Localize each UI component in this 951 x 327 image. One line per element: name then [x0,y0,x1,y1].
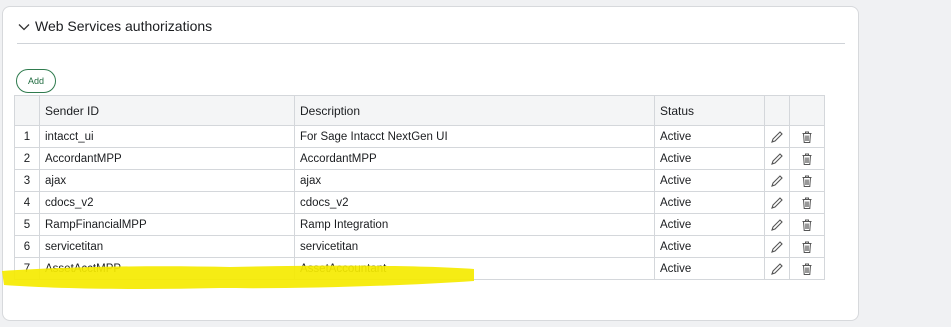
table-row[interactable]: 3 ajax ajax Active [14,169,825,192]
section-title: Web Services authorizations [35,18,213,34]
table-row[interactable]: 4 cdocs_v2 cdocs_v2 Active [14,191,825,214]
edit-cell [764,191,790,214]
delete-cell [789,235,825,258]
table-row[interactable]: 7 AssetAcctMPP AssetAccountant Active [14,257,825,280]
pencil-icon[interactable] [770,130,784,143]
trash-icon[interactable] [800,175,814,187]
edit-cell [764,257,790,280]
column-header-edit [764,95,790,126]
pencil-icon[interactable] [770,152,784,165]
description-cell: ajax [294,169,655,192]
sender-id-cell: servicetitan [39,235,295,258]
status-cell: Active [654,213,765,236]
description-cell: Ramp Integration [294,213,655,236]
trash-icon[interactable] [800,197,814,209]
row-number: 4 [14,191,40,214]
pencil-icon[interactable] [770,174,784,187]
description-cell: For Sage Intacct NextGen UI [294,125,655,148]
sender-id-cell: AccordantMPP [39,147,295,170]
delete-cell [789,213,825,236]
trash-icon[interactable] [800,241,814,253]
trash-icon[interactable] [800,153,814,165]
column-header-description[interactable]: Description [294,95,655,126]
status-cell: Active [654,235,765,258]
delete-cell [789,191,825,214]
table-header-row: Sender ID Description Status [14,95,825,126]
trash-icon[interactable] [800,131,814,143]
sender-id-cell: AssetAcctMPP [39,257,295,280]
row-number: 7 [14,257,40,280]
edit-cell [764,213,790,236]
delete-cell [789,257,825,280]
description-cell: AssetAccountant [294,257,655,280]
sender-id-cell: RampFinancialMPP [39,213,295,236]
row-number: 2 [14,147,40,170]
column-header-sender-id[interactable]: Sender ID [39,95,295,126]
column-header-status[interactable]: Status [654,95,765,126]
edit-cell [764,169,790,192]
description-cell: AccordantMPP [294,147,655,170]
chevron-down-icon[interactable] [17,20,31,34]
sender-id-cell: intacct_ui [39,125,295,148]
delete-cell [789,125,825,148]
column-header-delete [789,95,825,126]
authorizations-table: Sender ID Description Status 1 intacct_ui… [14,95,825,280]
table-row[interactable]: 5 RampFinancialMPP Ramp Integration Active [14,213,825,236]
pencil-icon[interactable] [770,262,784,275]
pencil-icon[interactable] [770,196,784,209]
description-cell: cdocs_v2 [294,191,655,214]
pencil-icon[interactable] [770,240,784,253]
edit-cell [764,125,790,148]
status-cell: Active [654,169,765,192]
pencil-icon[interactable] [770,218,784,231]
status-cell: Active [654,191,765,214]
row-number: 5 [14,213,40,236]
section-header[interactable]: Web Services authorizations [17,17,845,44]
delete-cell [789,169,825,192]
status-cell: Active [654,125,765,148]
delete-cell [789,147,825,170]
status-cell: Active [654,257,765,280]
column-header-number [14,95,40,126]
table-row[interactable]: 2 AccordantMPP AccordantMPP Active [14,147,825,170]
trash-icon[interactable] [800,263,814,275]
status-cell: Active [654,147,765,170]
table-row[interactable]: 1 intacct_ui For Sage Intacct NextGen UI Ac… [14,125,825,148]
sender-id-cell: cdocs_v2 [39,191,295,214]
table-row[interactable]: 6 servicetitan servicetitan Active [14,235,825,258]
description-cell: servicetitan [294,235,655,258]
row-number: 3 [14,169,40,192]
trash-icon[interactable] [800,219,814,231]
row-number: 6 [14,235,40,258]
row-number: 1 [14,125,40,148]
add-button[interactable]: Add [16,69,56,93]
sender-id-cell: ajax [39,169,295,192]
edit-cell [764,147,790,170]
edit-cell [764,235,790,258]
